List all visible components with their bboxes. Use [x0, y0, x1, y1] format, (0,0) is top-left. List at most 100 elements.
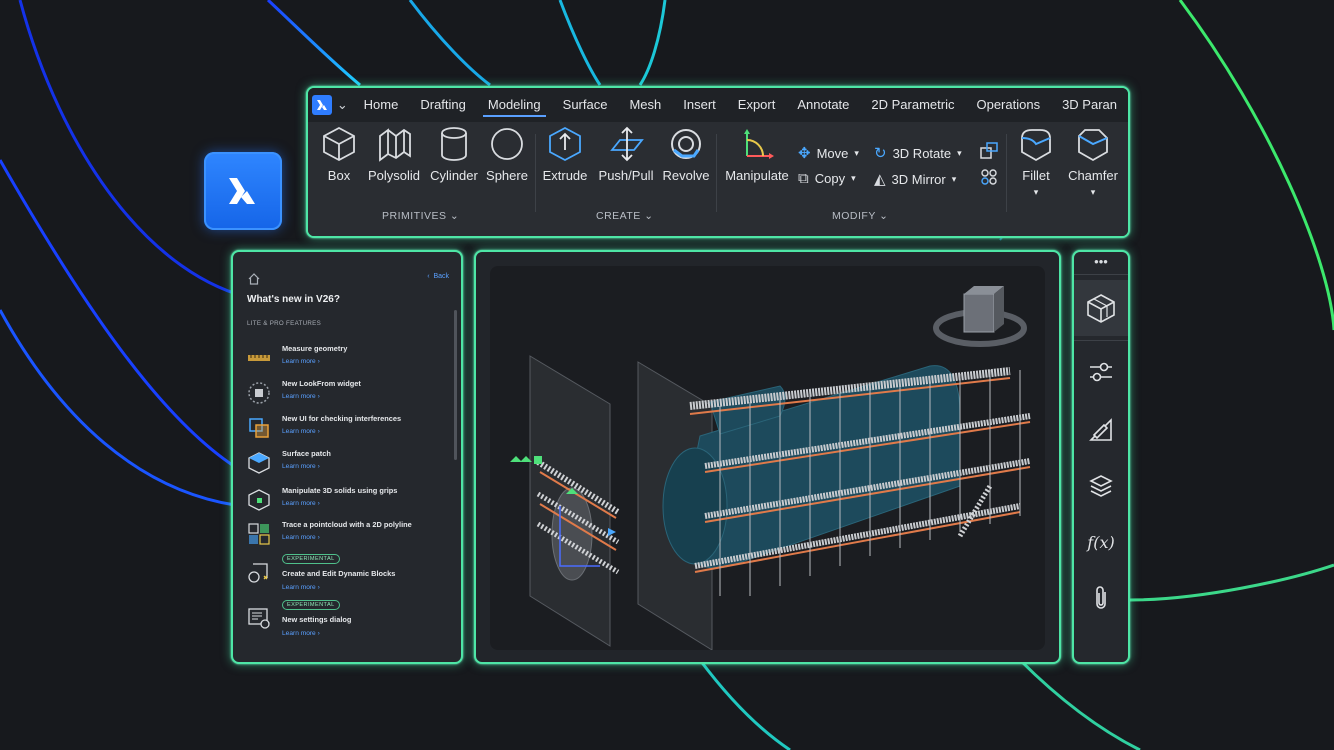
- tab-surface[interactable]: Surface: [552, 88, 619, 122]
- tab-3d-parametric[interactable]: 3D Paran: [1051, 88, 1128, 122]
- sidebar-item-parameters[interactable]: f(x): [1074, 514, 1128, 570]
- chamfer-icon: [1078, 129, 1108, 162]
- push-pull-button[interactable]: Push/Pull: [594, 126, 658, 183]
- back-link[interactable]: ‹ Back: [427, 273, 449, 280]
- learn-more-link[interactable]: Learn more ›: [282, 393, 320, 400]
- feature-item[interactable]: Measure geometry Learn more ›: [247, 344, 447, 378]
- learn-more-link[interactable]: Learn more ›: [282, 500, 320, 507]
- home-icon[interactable]: [248, 272, 260, 290]
- sphere-button[interactable]: Sphere: [484, 126, 530, 183]
- feature-item[interactable]: Surface patch Learn more ›: [247, 449, 447, 483]
- extrude-button[interactable]: Extrude: [540, 126, 590, 183]
- ruler-icon: [248, 355, 270, 361]
- function-icon: f(x): [1087, 532, 1115, 552]
- settings-dialog-icon: [248, 608, 270, 629]
- manipulate-label: Manipulate: [725, 168, 789, 183]
- learn-more-link[interactable]: Learn more ›: [282, 463, 320, 470]
- move-chevron-icon[interactable]: ▾: [854, 148, 859, 159]
- lookfrom-widget-icon[interactable]: [933, 286, 1027, 347]
- section-heading: LITE & PRO FEATURES: [247, 320, 322, 327]
- tab-annotate[interactable]: Annotate: [786, 88, 860, 122]
- cylinder-icon: [441, 127, 467, 161]
- feature-item[interactable]: EXPERIMENTAL Create and Edit Dynamic Blo…: [247, 554, 447, 594]
- revolve-button[interactable]: Revolve: [660, 126, 712, 183]
- chevron-left-icon: ‹: [427, 273, 430, 280]
- sidebar-item-drawing[interactable]: [1074, 402, 1128, 458]
- tab-mesh[interactable]: Mesh: [618, 88, 672, 122]
- move-button[interactable]: ✥ Move ▾: [798, 144, 859, 162]
- array-icon[interactable]: [980, 168, 998, 191]
- fillet-button[interactable]: Fillet ▾: [1010, 126, 1062, 198]
- tab-2d-parametric[interactable]: 2D Parametric: [860, 88, 965, 122]
- cylinder-button[interactable]: Cylinder: [428, 126, 480, 183]
- tab-insert[interactable]: Insert: [672, 88, 727, 122]
- fillet-label: Fillet: [1022, 168, 1050, 183]
- group-create[interactable]: CREATE ⌄: [596, 210, 654, 222]
- panel-title: What's new in V26?: [247, 294, 340, 305]
- feature-item[interactable]: Manipulate 3D solids using grips Learn m…: [247, 486, 447, 520]
- learn-more-link[interactable]: Learn more ›: [282, 584, 320, 591]
- sidebar-item-properties[interactable]: [1074, 344, 1128, 400]
- learn-more-link[interactable]: Learn more ›: [282, 534, 320, 541]
- interference-icon: [249, 418, 269, 438]
- learn-more-link[interactable]: Learn more ›: [282, 428, 320, 435]
- tab-drafting[interactable]: Drafting: [409, 88, 477, 122]
- feature-item[interactable]: Trace a pointcloud with a 2D polyline Le…: [247, 520, 447, 554]
- learn-more-link[interactable]: Learn more ›: [282, 630, 320, 637]
- feature-item[interactable]: New LookFrom widget Learn more ›: [247, 379, 447, 413]
- pointcloud-icon: [248, 523, 270, 545]
- experimental-badge: EXPERIMENTAL: [282, 600, 340, 610]
- back-label: Back: [433, 273, 449, 280]
- cylinder-label: Cylinder: [430, 168, 478, 183]
- chamfer-label: Chamfer: [1068, 168, 1118, 183]
- sidebar-item-3d-solid[interactable]: [1074, 280, 1128, 336]
- tab-home[interactable]: Home: [353, 88, 410, 122]
- layers-icon: [1089, 475, 1113, 497]
- group-modify[interactable]: MODIFY ⌄: [832, 210, 888, 222]
- polysolid-button[interactable]: Polysolid: [364, 126, 424, 183]
- manipulate-button[interactable]: Manipulate: [720, 126, 794, 183]
- app-menu-logo-icon[interactable]: [312, 95, 332, 115]
- extrude-icon: [549, 126, 581, 162]
- feature-item[interactable]: EXPERIMENTAL New settings dialog Learn m…: [247, 600, 447, 640]
- copy-icon: ⧉: [798, 170, 809, 187]
- feature-title: Measure geometry: [282, 344, 348, 353]
- app-menu-chevron-down-icon[interactable]: ⌄: [332, 97, 353, 113]
- copy-chevron-icon[interactable]: ▾: [851, 173, 856, 184]
- 3d-rotate-button[interactable]: ↻ 3D Rotate ▾: [874, 144, 962, 162]
- align-icon[interactable]: [980, 142, 998, 165]
- sphere-label: Sphere: [486, 168, 528, 183]
- feature-title: New settings dialog: [282, 615, 352, 624]
- 3d-rotate-chevron-icon[interactable]: ▾: [957, 148, 962, 159]
- 3d-model-canvas[interactable]: [490, 266, 1045, 650]
- copy-button[interactable]: ⧉ Copy ▾: [798, 170, 856, 187]
- learn-more-link[interactable]: Learn more ›: [282, 358, 320, 365]
- revolve-label: Revolve: [662, 168, 710, 183]
- ribbon-tab-bar: ⌄ Home Drafting Modeling Surface Mesh In…: [308, 88, 1128, 122]
- bricscad-logo-icon: [229, 178, 255, 204]
- chamfer-chevron-icon[interactable]: ▾: [1064, 187, 1122, 198]
- panel-scrollbar[interactable]: [454, 310, 457, 460]
- extrude-label: Extrude: [542, 168, 588, 183]
- tab-export[interactable]: Export: [727, 88, 787, 122]
- group-primitives[interactable]: PRIMITIVES ⌄: [382, 210, 459, 222]
- feature-item[interactable]: New UI for checking interferences Learn …: [247, 414, 447, 448]
- paperclip-icon: [1096, 586, 1106, 609]
- box-label: Box: [327, 168, 351, 183]
- tab-operations[interactable]: Operations: [965, 88, 1051, 122]
- ribbon-toolbar: ⌄ Home Drafting Modeling Surface Mesh In…: [306, 86, 1130, 238]
- tab-modeling[interactable]: Modeling: [477, 88, 552, 122]
- box-button[interactable]: Box: [318, 126, 360, 183]
- 3d-mirror-chevron-icon[interactable]: ▾: [952, 174, 957, 185]
- fillet-chevron-icon[interactable]: ▾: [1010, 187, 1062, 198]
- sliders-icon: [1090, 362, 1112, 382]
- chamfer-button[interactable]: Chamfer ▾: [1064, 126, 1122, 198]
- sidebar-item-attachments[interactable]: [1074, 570, 1128, 626]
- copy-label: Copy: [814, 171, 846, 186]
- sidebar-item-layers[interactable]: [1074, 458, 1128, 514]
- push-pull-icon: [610, 126, 644, 162]
- 3d-mirror-button[interactable]: ◭ 3D Mirror ▾: [874, 170, 956, 188]
- feature-title: Manipulate 3D solids using grips: [282, 486, 398, 495]
- draw-icon: [1089, 418, 1112, 441]
- more-options-icon[interactable]: •••: [1074, 254, 1128, 269]
